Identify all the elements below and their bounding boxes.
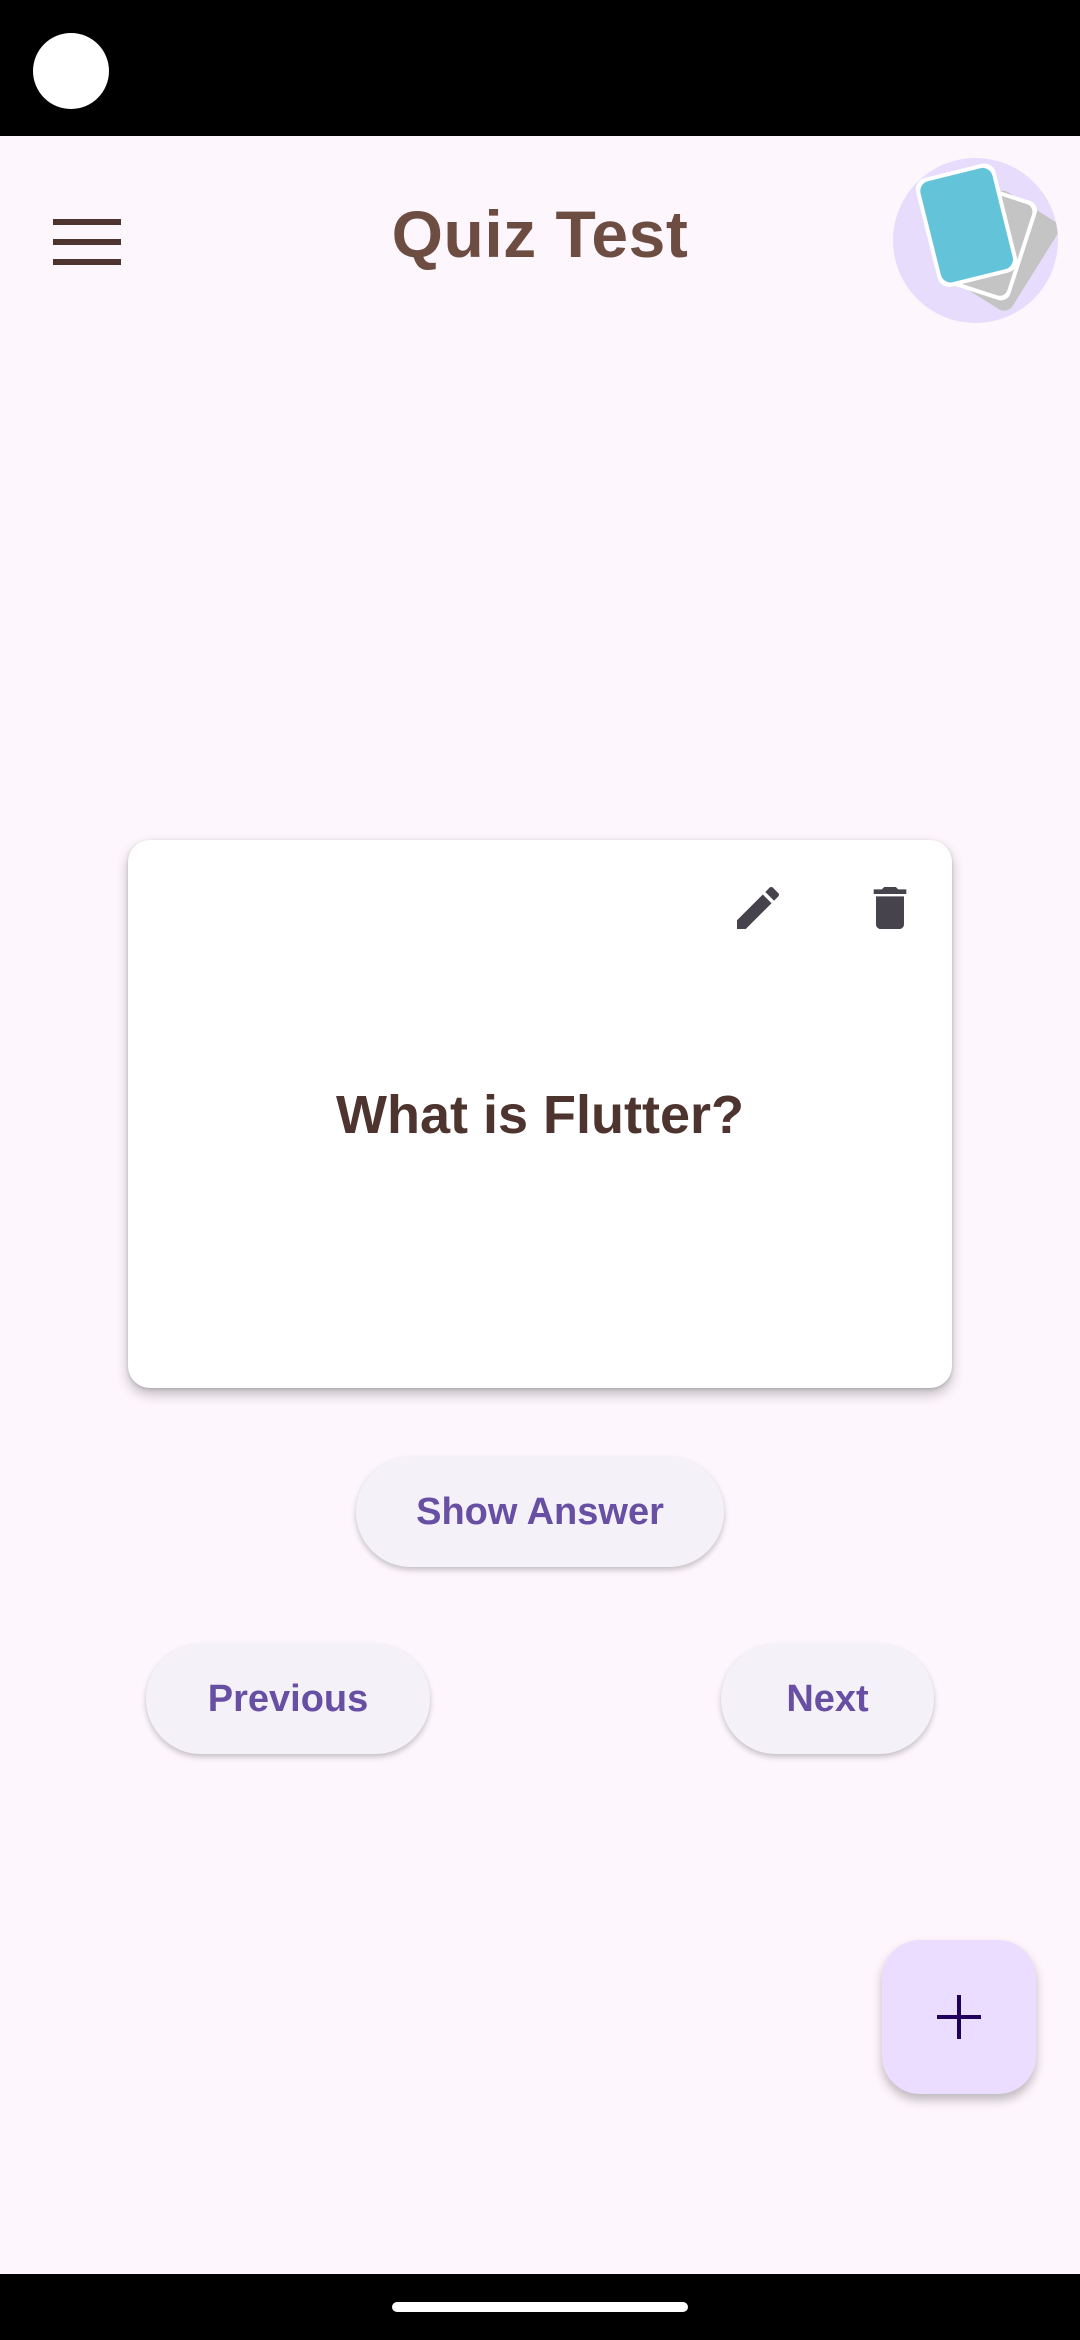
previous-label: Previous bbox=[207, 1677, 369, 1720]
flashcard[interactable]: What is Flutter? bbox=[128, 840, 952, 1388]
home-indicator[interactable] bbox=[392, 2302, 688, 2312]
trash-icon bbox=[873, 887, 907, 929]
plus-icon bbox=[937, 1995, 981, 2039]
next-label: Next bbox=[786, 1677, 869, 1720]
delete-button[interactable] bbox=[852, 870, 928, 946]
show-answer-button[interactable]: Show Answer bbox=[356, 1457, 724, 1567]
edit-button[interactable] bbox=[720, 870, 796, 946]
next-button[interactable]: Next bbox=[721, 1644, 934, 1754]
app-logo bbox=[893, 158, 1058, 323]
phone-screen: Quiz Test What is Flutter? Show Answer P… bbox=[0, 0, 1080, 2340]
question-text: What is Flutter? bbox=[336, 1085, 744, 1145]
show-answer-label: Show Answer bbox=[416, 1490, 664, 1533]
previous-button[interactable]: Previous bbox=[146, 1644, 430, 1754]
flashcards-logo-icon bbox=[915, 163, 1058, 311]
status-bar bbox=[0, 0, 1080, 136]
camera-cutout bbox=[33, 33, 109, 109]
add-card-button[interactable] bbox=[882, 1940, 1036, 2094]
navigation-bar bbox=[0, 2274, 1080, 2340]
pencil-icon bbox=[737, 886, 780, 929]
app-bar: Quiz Test bbox=[0, 136, 1080, 346]
